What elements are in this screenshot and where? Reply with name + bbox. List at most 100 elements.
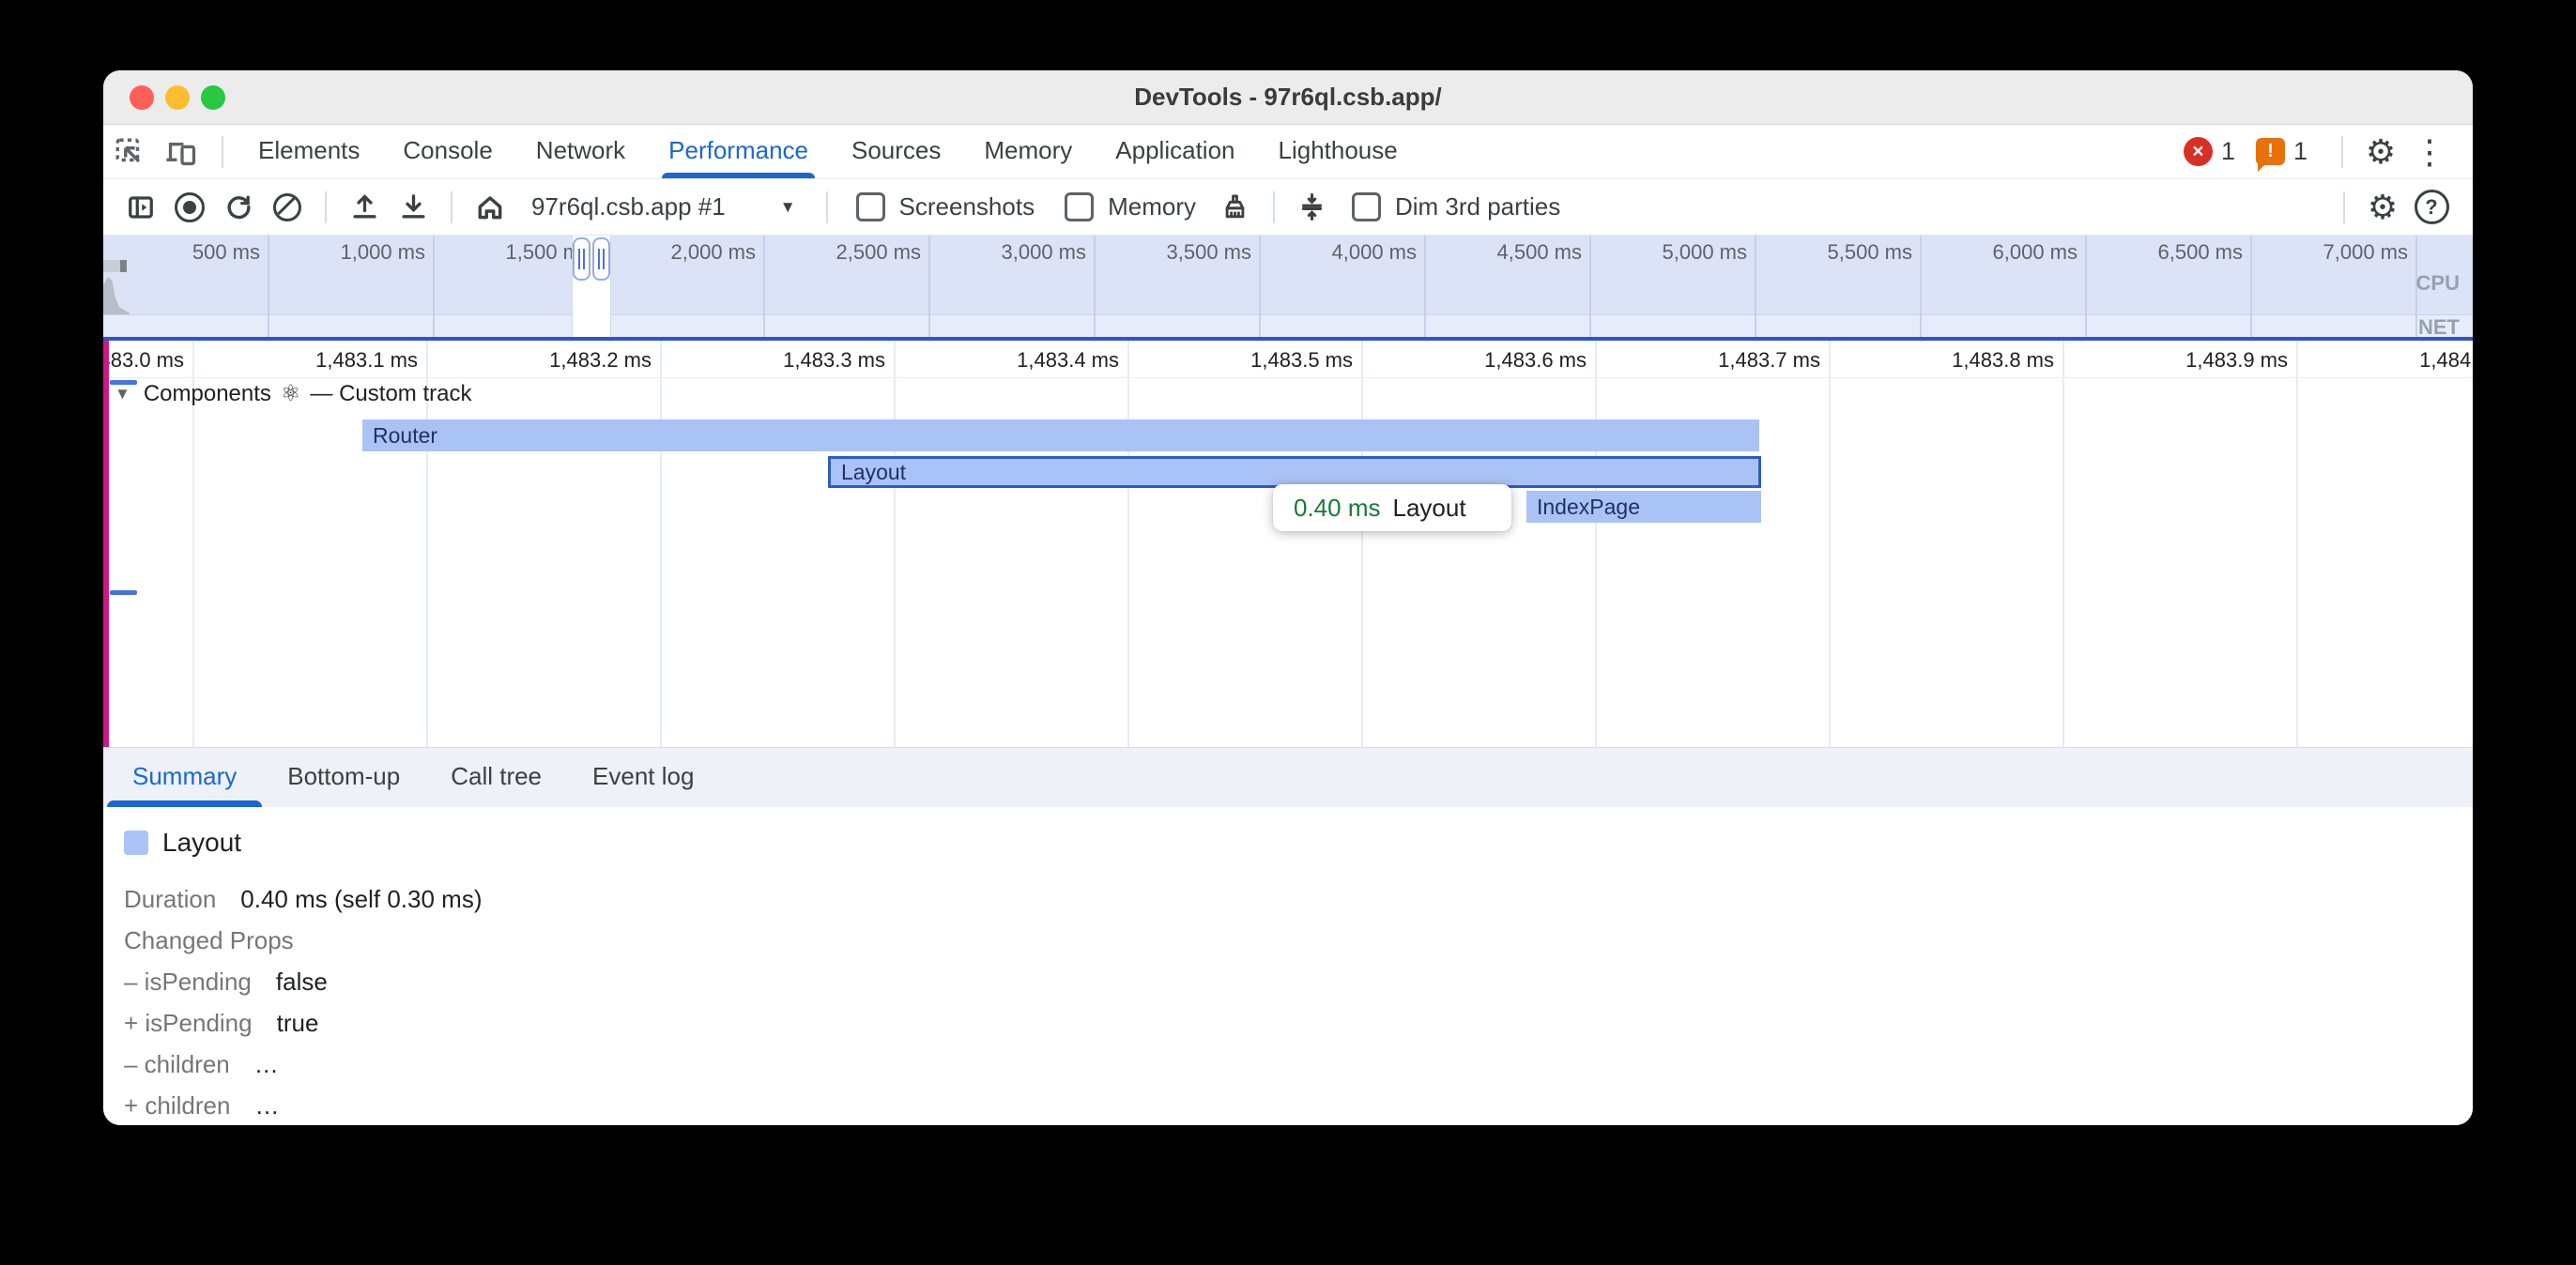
cpu-activity-silhouette [103, 277, 130, 314]
overview-tick-label: 500 ms [192, 240, 260, 265]
checkbox-icon [1065, 192, 1094, 221]
record-icon[interactable] [165, 185, 214, 230]
memory-checkbox[interactable]: Memory [1065, 192, 1196, 221]
checkbox-icon [856, 192, 885, 221]
gridline [2250, 236, 2252, 337]
divider [2343, 191, 2345, 223]
ruler-tick-label: 1,483.4 ms [1017, 348, 1119, 373]
inspect-element-icon[interactable] [103, 130, 156, 174]
dim-3rd-parties-label: Dim 3rd parties [1395, 192, 1560, 221]
selection-left-handle[interactable] [573, 237, 590, 281]
collect-garbage-icon[interactable] [1211, 185, 1260, 230]
tab-bottom-up[interactable]: Bottom-up [262, 748, 425, 807]
screenshots-checkbox[interactable]: Screenshots [856, 192, 1035, 221]
flame-bar-indexpage[interactable]: IndexPage [1526, 491, 1761, 523]
more-menu-icon[interactable]: ⋮ [2405, 132, 2454, 172]
react-atom-icon: ⚛ [281, 380, 301, 407]
tab-call-tree[interactable]: Call tree [425, 748, 567, 807]
event-color-swatch [124, 831, 148, 855]
ruler-tick-label: 1,484.0 ms [2419, 348, 2473, 373]
device-toolbar-icon[interactable] [156, 130, 208, 174]
performance-toolbar: 97r6ql.csb.app #1 ▼ Screenshots Memory [103, 179, 2473, 236]
toggle-sidebar-icon[interactable] [116, 185, 165, 230]
clear-icon[interactable] [263, 185, 312, 230]
gridline [1755, 236, 1756, 337]
checkbox-icon [1352, 192, 1381, 221]
devtools-window: DevTools - 97r6ql.csb.app/ Elements Cons… [103, 70, 2473, 1125]
ruler-tick-label: 1,483.5 ms [1250, 348, 1353, 373]
overview-tick-label: 3,000 ms [1002, 240, 1087, 265]
tab-console[interactable]: Console [381, 125, 514, 178]
gridline [1920, 236, 1922, 337]
custom-track-header[interactable]: ▼ Components ⚛ — Custom track [115, 380, 471, 407]
gridline [660, 341, 662, 747]
overview-tick-label: 2,500 ms [836, 240, 922, 265]
divider [325, 191, 327, 223]
save-profile-icon[interactable] [389, 185, 437, 230]
tooltip-name: Layout [1393, 494, 1466, 523]
summary-row-duration: Duration 0.40 ms (self 0.30 ms) [124, 878, 2473, 920]
overview-tick-label: 3,500 ms [1167, 240, 1252, 265]
load-profile-icon[interactable] [340, 185, 389, 230]
gridline [1259, 236, 1261, 337]
summary-row-children-new: + children … [124, 1085, 2473, 1125]
flame-bar-router[interactable]: Router [362, 419, 1759, 451]
divider [1273, 191, 1275, 223]
warning-icon: ! [2256, 138, 2285, 165]
overview-tick-label: 4,500 ms [1497, 240, 1583, 265]
track-name: Components [144, 381, 271, 407]
gridline [1595, 341, 1597, 747]
tab-application[interactable]: Application [1094, 125, 1256, 178]
summary-pane: Layout Duration 0.40 ms (self 0.30 ms) C… [103, 807, 2473, 1125]
ruler-tick-label: 1,483.7 ms [1718, 348, 1820, 373]
summary-row-children-old: – children … [124, 1044, 2473, 1085]
timeline-overview[interactable]: 500 ms 1,000 ms 1,500 ms 2,000 ms 2,500 … [103, 236, 2473, 341]
home-icon[interactable] [466, 185, 514, 230]
screenshots-label: Screenshots [899, 192, 1035, 221]
target-selector-value: 97r6ql.csb.app #1 [531, 192, 726, 221]
gridline [1094, 236, 1096, 337]
flame-tooltip: 0.40 ms Layout [1273, 484, 1511, 531]
tab-network[interactable]: Network [514, 125, 647, 178]
gridline [1589, 236, 1591, 337]
gridline [2296, 341, 2298, 747]
ruler-tick-label: 1,483.1 ms [315, 348, 418, 373]
dim-3rd-parties-checkbox[interactable]: Dim 3rd parties [1352, 192, 1560, 221]
capture-settings-gear-icon[interactable]: ⚙ [2358, 188, 2407, 227]
gridline [928, 236, 930, 337]
memory-label: Memory [1108, 192, 1196, 221]
help-icon[interactable]: ? [2407, 185, 2456, 230]
chevron-down-icon: ▼ [780, 198, 796, 217]
target-selector-dropdown[interactable]: 97r6ql.csb.app #1 ▼ [514, 192, 813, 221]
record-and-reload-icon[interactable] [214, 185, 263, 230]
flame-bar-layout[interactable]: Layout [828, 456, 1761, 488]
overview-tick-label: 6,500 ms [2158, 240, 2244, 265]
main-tabbar: Elements Console Network Performance Sou… [103, 125, 2473, 179]
details-tabbar: Summary Bottom-up Call tree Event log [103, 747, 2473, 808]
track-suffix: — Custom track [310, 381, 471, 407]
divider [826, 191, 828, 223]
flame-chart[interactable]: 1,483.0 ms 1,483.1 ms 1,483.2 ms 1,483.3… [103, 341, 2473, 747]
divider [451, 191, 452, 223]
tab-event-log[interactable]: Event log [567, 748, 719, 807]
tab-summary[interactable]: Summary [107, 748, 262, 807]
summary-row-ispending-old: – isPending false [124, 961, 2473, 1002]
cpu-lane-label: CPU [2416, 271, 2460, 296]
tab-lighthouse[interactable]: Lighthouse [1257, 125, 1419, 178]
gridline [763, 236, 765, 337]
tab-elements[interactable]: Elements [237, 125, 381, 178]
summary-row-ispending-new: + isPending true [124, 1002, 2473, 1044]
tab-sources[interactable]: Sources [830, 125, 962, 178]
tab-performance[interactable]: Performance [647, 125, 830, 178]
overview-tick-label: 7,000 ms [2323, 240, 2409, 265]
disclosure-triangle-icon[interactable]: ▼ [115, 385, 130, 404]
tab-memory[interactable]: Memory [962, 125, 1094, 178]
warning-badge[interactable]: ! 1 [2256, 137, 2308, 166]
selection-right-handle[interactable] [592, 237, 610, 281]
settings-gear-icon[interactable]: ⚙ [2356, 132, 2405, 172]
gridline [1361, 341, 1363, 747]
error-badge[interactable]: × 1 [2184, 137, 2235, 166]
collapse-flame-icon[interactable] [1288, 185, 1337, 230]
ruler-tick-label: 1,483.6 ms [1484, 348, 1587, 373]
gridline [268, 236, 269, 337]
